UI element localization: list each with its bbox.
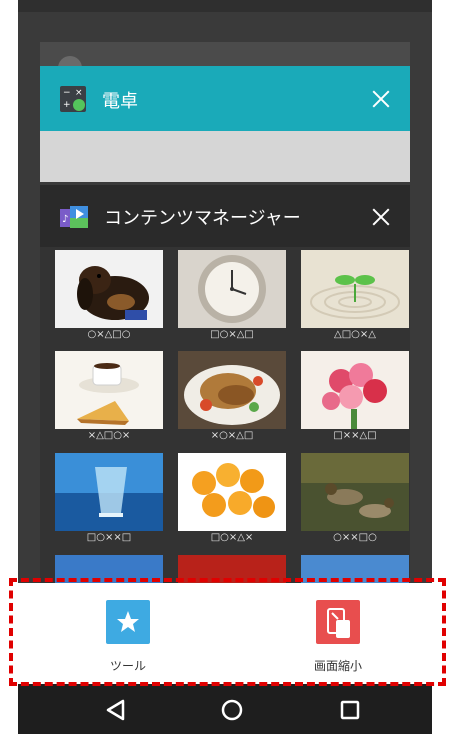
clock-image <box>178 250 286 328</box>
thumbnail-caption: □○×△□ <box>210 329 254 340</box>
recents-button[interactable] <box>320 684 380 734</box>
content-manager-icon: ♪ <box>60 206 88 228</box>
card-header: − × + 電卓 <box>40 66 410 131</box>
sprout-image <box>301 250 409 328</box>
thumbnail-caption: ×○×△□ <box>210 430 254 441</box>
star-icon <box>106 600 150 644</box>
bottom-sheet: ツール 画面縮小 <box>18 583 432 684</box>
tool-label: ツール <box>109 659 146 673</box>
close-icon[interactable] <box>371 89 391 109</box>
thumbnail-caption: △□○×△ <box>334 329 376 340</box>
phone-screen: − × + 電卓 ♪ コンテンツマネージャー ○×△□○ □○×△□ △□○×△… <box>18 0 432 734</box>
close-icon[interactable] <box>371 207 391 227</box>
dog-image <box>55 250 163 328</box>
calculator-icon: − × + <box>60 86 86 112</box>
thumbnail-caption: ○××□○ <box>333 532 377 543</box>
home-icon <box>221 699 243 721</box>
card-header: ♪ コンテンツマネージャー <box>40 185 410 247</box>
ducks-image <box>301 453 409 531</box>
thumbnail-caption: □○×△× <box>210 532 254 543</box>
recent-card-content-manager[interactable]: ♪ コンテンツマネージャー ○×△□○ □○×△□ △□○×△ ×△□○× ×○… <box>40 185 410 633</box>
thumbnail-caption: □××△□ <box>333 430 377 441</box>
svg-text:♪: ♪ <box>62 214 68 225</box>
thumbnail-caption: ×△□○× <box>87 430 131 441</box>
card-title: 電卓 <box>102 91 138 112</box>
status-strip <box>18 0 432 12</box>
back-icon <box>106 699 125 721</box>
thumbnail-caption: ○×△□○ <box>87 329 131 340</box>
home-button[interactable] <box>202 684 262 734</box>
oranges-image <box>178 453 286 531</box>
back-button[interactable] <box>86 684 146 734</box>
recent-card-calculator[interactable]: − × + 電卓 <box>40 66 410 182</box>
recents-icon <box>340 700 360 720</box>
shrink-screen-icon <box>316 600 360 644</box>
tool-button[interactable]: ツール <box>68 583 188 684</box>
shrink-screen-button[interactable]: 画面縮小 <box>278 583 398 684</box>
shrink-screen-label: 画面縮小 <box>313 659 362 673</box>
thumbnail-caption: □○××□ <box>86 532 132 543</box>
flowers-image <box>301 351 409 429</box>
food-image <box>178 351 286 429</box>
card-title: コンテンツマネージャー <box>104 208 301 229</box>
navigation-bar <box>18 684 432 734</box>
coffee-image <box>55 351 163 429</box>
glass-sea-image <box>55 453 163 531</box>
